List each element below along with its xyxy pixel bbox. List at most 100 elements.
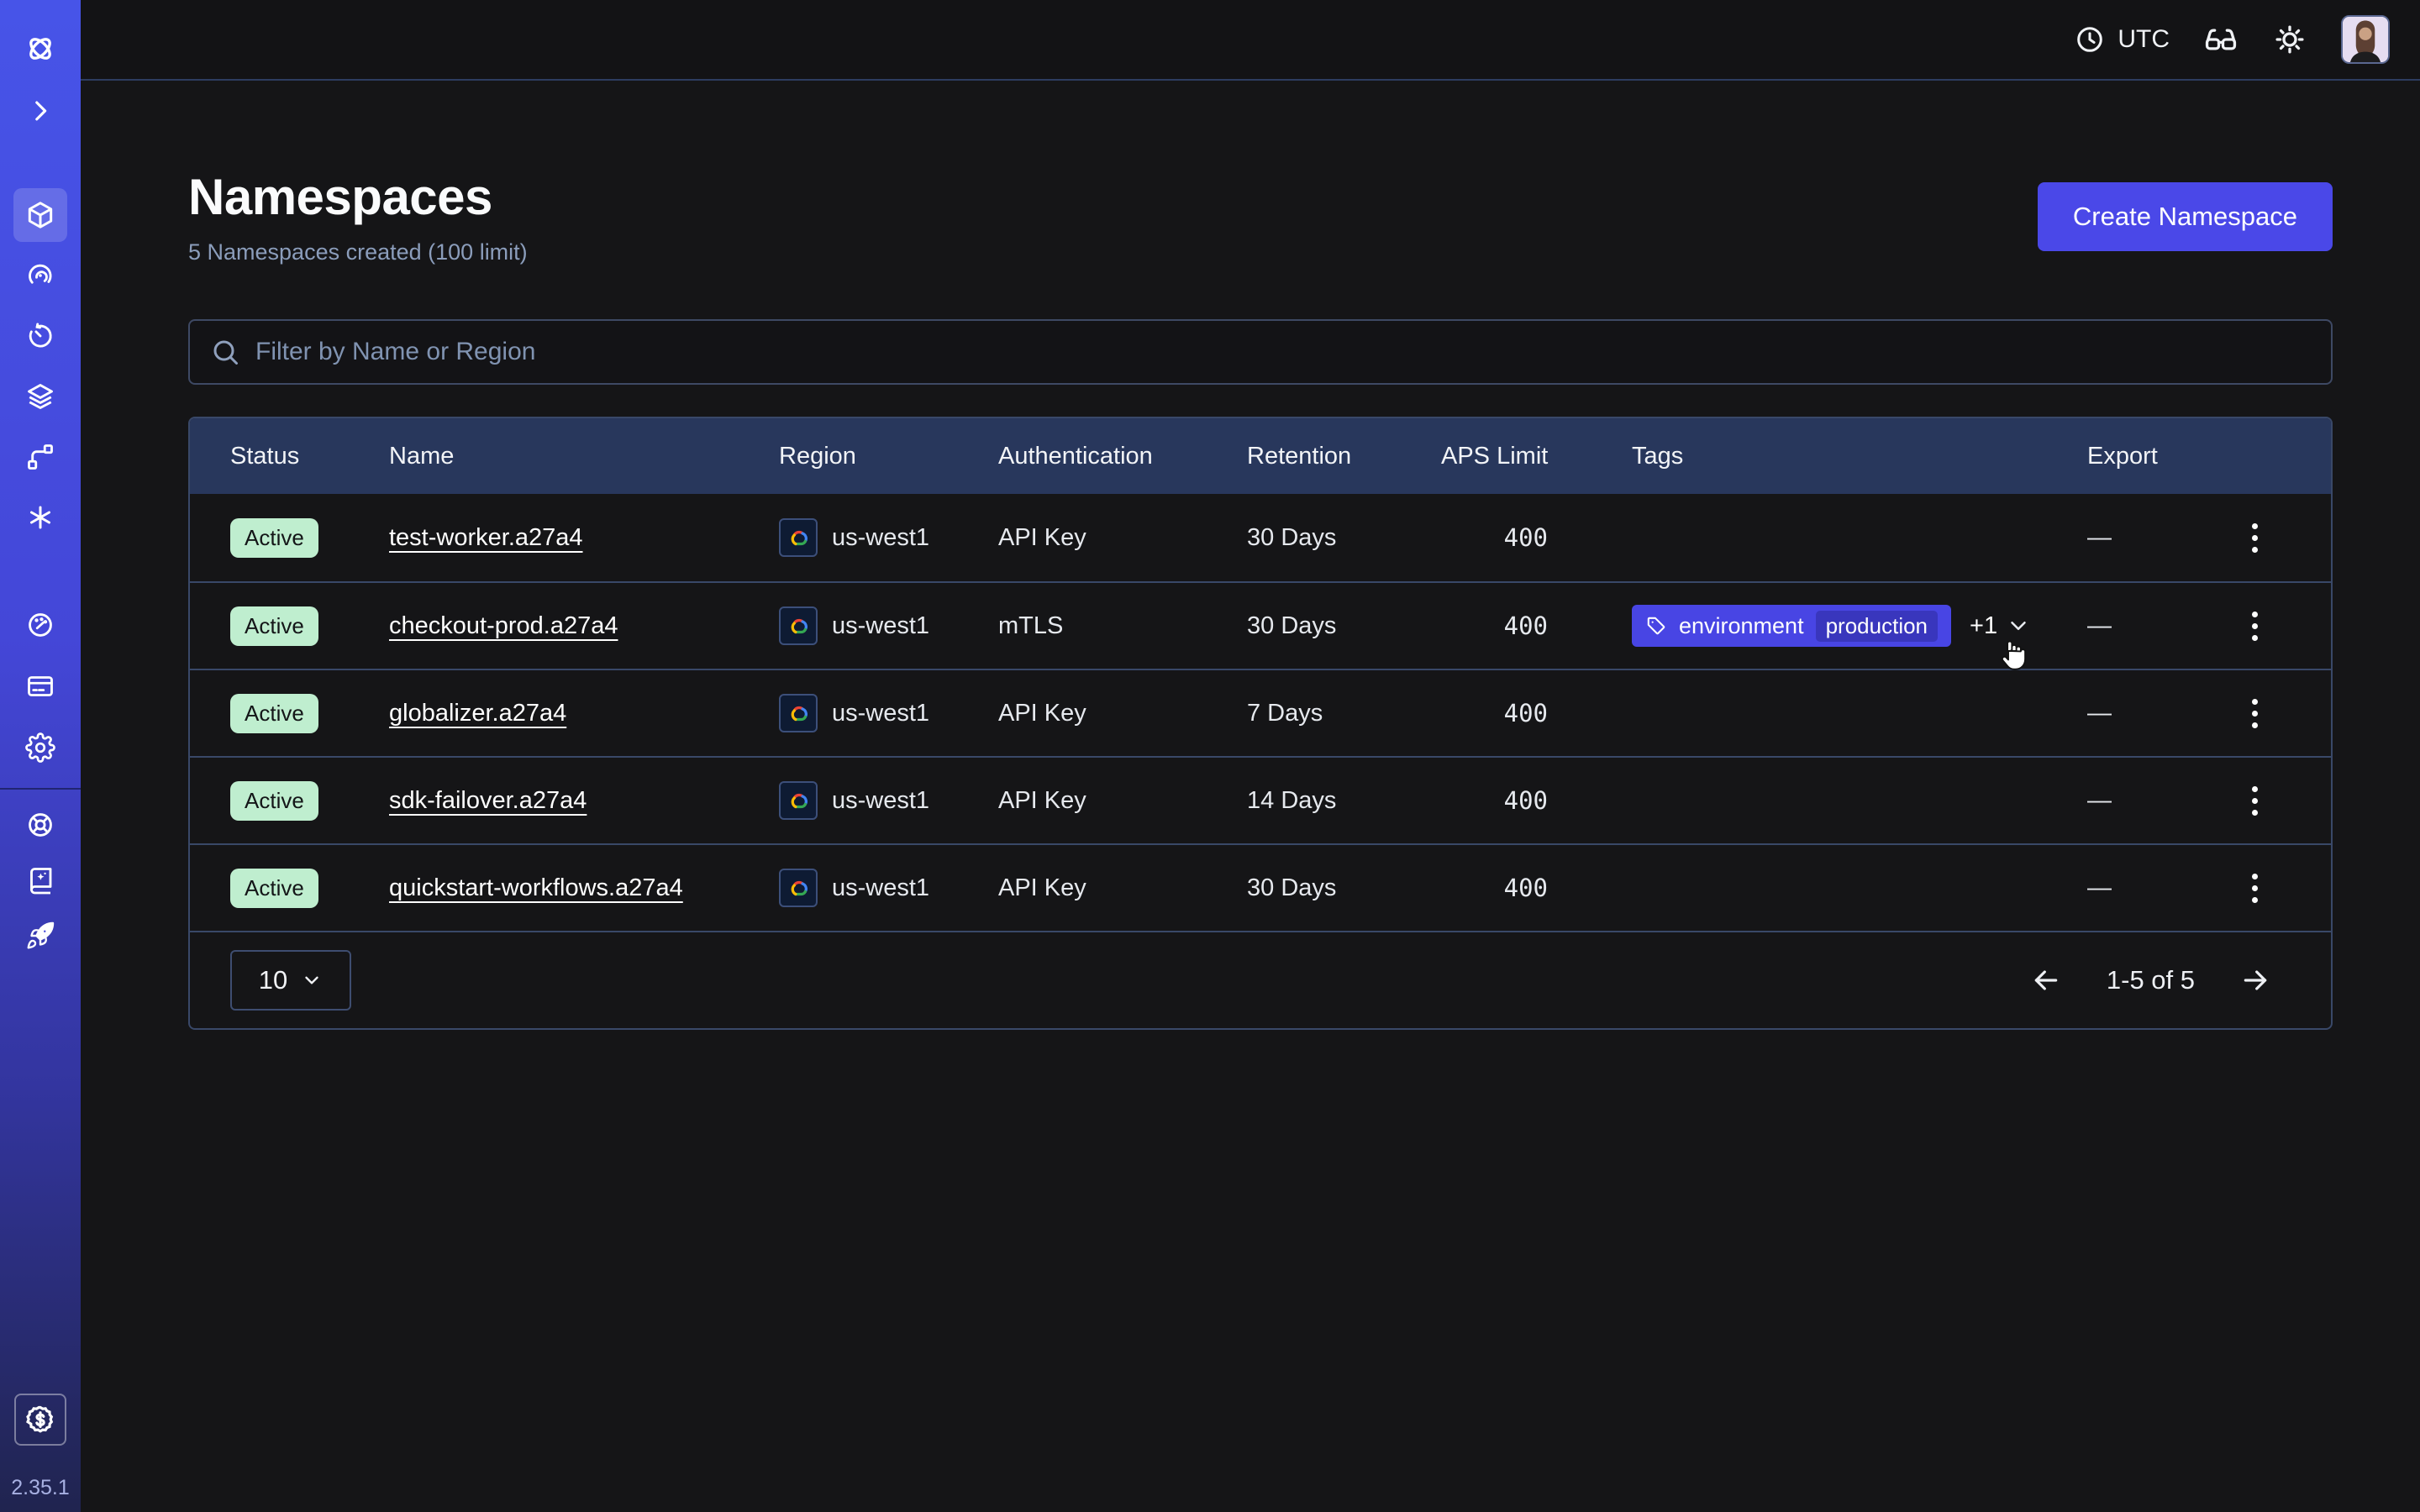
avatar-image-icon	[2343, 17, 2388, 62]
sidebar-item-batch-operations[interactable]	[13, 430, 67, 484]
namespace-link[interactable]: sdk-failover.a27a4	[389, 787, 587, 814]
create-namespace-button[interactable]: Create Namespace	[2038, 182, 2333, 251]
sidebar-item-deployments[interactable]	[13, 370, 67, 423]
tag-icon	[1645, 615, 1667, 637]
table-row[interactable]: Active sdk-failover.a27a4 us-west1 API K…	[190, 756, 2331, 843]
page-title: Namespaces	[188, 168, 528, 226]
status-badge: Active	[230, 518, 318, 558]
timezone-label: UTC	[2118, 25, 2170, 54]
timer-icon	[25, 321, 55, 351]
sidebar-item-workflows[interactable]	[13, 249, 67, 302]
tags-more-button[interactable]: +1	[1970, 612, 2031, 640]
table-row[interactable]: Active checkout-prod.a27a4 us-west1 mTLS…	[190, 581, 2331, 669]
pagination-range: 1-5 of 5	[2107, 965, 2195, 995]
sidebar-item-schedules[interactable]	[13, 309, 67, 363]
row-actions-menu-button[interactable]	[2252, 523, 2258, 553]
region-cell: us-west1	[779, 781, 998, 820]
gcp-cloud-icon	[779, 606, 818, 645]
sidebar-item-getting-started[interactable]	[13, 909, 67, 963]
tag-value: production	[1816, 611, 1938, 642]
temporal-logo[interactable]	[13, 22, 67, 76]
arrow-right-icon	[2238, 963, 2272, 997]
col-header-aps-limit: APS Limit	[1441, 443, 1632, 470]
sidebar-item-settings[interactable]	[13, 721, 67, 774]
export-cell: —	[2087, 700, 2223, 727]
search-icon	[210, 337, 240, 367]
sidebar-divider	[0, 788, 81, 790]
status-badge: Active	[230, 606, 318, 646]
page-size-select[interactable]: 10	[230, 950, 351, 1011]
auth-cell: API Key	[998, 787, 1247, 815]
retention-cell: 30 Days	[1247, 874, 1441, 902]
reader-mode-button[interactable]	[2203, 22, 2238, 57]
region-label: us-west1	[832, 524, 929, 552]
status-badge: Active	[230, 694, 318, 733]
sun-icon	[2272, 22, 2307, 57]
col-header-name: Name	[389, 443, 779, 470]
retention-cell: 30 Days	[1247, 612, 1441, 640]
auth-cell: API Key	[998, 700, 1247, 727]
table-header: Status Name Region Authentication Retent…	[190, 418, 2331, 494]
sidebar-item-support[interactable]	[13, 798, 67, 852]
timezone-selector[interactable]: UTC	[2074, 24, 2170, 55]
rocket-icon	[25, 921, 55, 951]
app-version: 2.35.1	[11, 1476, 70, 1500]
region-label: us-west1	[832, 787, 929, 815]
dollar-badge-icon	[24, 1403, 57, 1436]
row-actions-menu-button[interactable]	[2252, 612, 2258, 641]
lifebuoy-icon	[25, 810, 55, 840]
branch-icon	[25, 442, 55, 472]
gear-icon	[25, 732, 55, 763]
plan-badge-button[interactable]	[14, 1394, 66, 1446]
col-header-export: Export	[2087, 443, 2223, 470]
namespace-link[interactable]: quickstart-workflows.a27a4	[389, 874, 683, 901]
region-label: us-west1	[832, 700, 929, 727]
filter-box	[188, 319, 2333, 385]
region-cell: us-west1	[779, 606, 998, 645]
row-actions-menu-button[interactable]	[2252, 874, 2258, 903]
table-body: Active test-worker.a27a4 us-west1 API Ke…	[190, 494, 2331, 931]
layers-icon	[25, 381, 55, 412]
status-badge: Active	[230, 869, 318, 908]
region-label: us-west1	[832, 874, 929, 902]
sidebar-item-billing[interactable]	[13, 659, 67, 713]
filter-input[interactable]	[255, 338, 2311, 366]
topbar: UTC	[81, 0, 2420, 81]
aps-limit-cell: 400	[1441, 612, 1632, 640]
table-row[interactable]: Active quickstart-workflows.a27a4 us-wes…	[190, 843, 2331, 931]
previous-page-button[interactable]	[2029, 963, 2063, 997]
next-page-button[interactable]	[2238, 963, 2272, 997]
row-actions-menu-button[interactable]	[2252, 786, 2258, 816]
gcp-cloud-icon	[779, 869, 818, 907]
sidebar-item-usage[interactable]	[13, 598, 67, 652]
region-cell: us-west1	[779, 694, 998, 732]
sidebar-expand-chevron-icon[interactable]	[13, 84, 67, 138]
gcp-cloud-icon	[779, 781, 818, 820]
chevron-down-icon	[2006, 613, 2031, 638]
retention-cell: 7 Days	[1247, 700, 1441, 727]
export-cell: —	[2087, 874, 2223, 902]
sidebar-item-docs[interactable]	[13, 853, 67, 907]
retention-cell: 14 Days	[1247, 787, 1441, 815]
namespace-count: 5 Namespaces created (100 limit)	[188, 239, 528, 265]
clock-icon	[2074, 24, 2106, 55]
arrow-left-icon	[2029, 963, 2063, 997]
namespace-link[interactable]: checkout-prod.a27a4	[389, 612, 618, 639]
col-header-authentication: Authentication	[998, 443, 1247, 470]
aps-limit-cell: 400	[1441, 523, 1632, 552]
region-cell: us-west1	[779, 518, 998, 557]
tag-pill[interactable]: environment production	[1632, 605, 1951, 647]
sidebar-item-namespaces[interactable]	[13, 188, 67, 242]
namespace-link[interactable]: test-worker.a27a4	[389, 524, 583, 551]
gcp-cloud-icon	[779, 518, 818, 557]
user-avatar[interactable]	[2341, 15, 2390, 64]
theme-toggle-button[interactable]	[2272, 22, 2307, 57]
table-row[interactable]: Active globalizer.a27a4 us-west1 API Key…	[190, 669, 2331, 756]
sidebar-item-nexus[interactable]	[13, 491, 67, 544]
table-row[interactable]: Active test-worker.a27a4 us-west1 API Ke…	[190, 494, 2331, 581]
gauge-icon	[25, 610, 55, 640]
table-footer: 10 1-5 of 5	[190, 931, 2331, 1028]
auth-cell: API Key	[998, 874, 1247, 902]
namespace-link[interactable]: globalizer.a27a4	[389, 700, 566, 727]
row-actions-menu-button[interactable]	[2252, 699, 2258, 728]
